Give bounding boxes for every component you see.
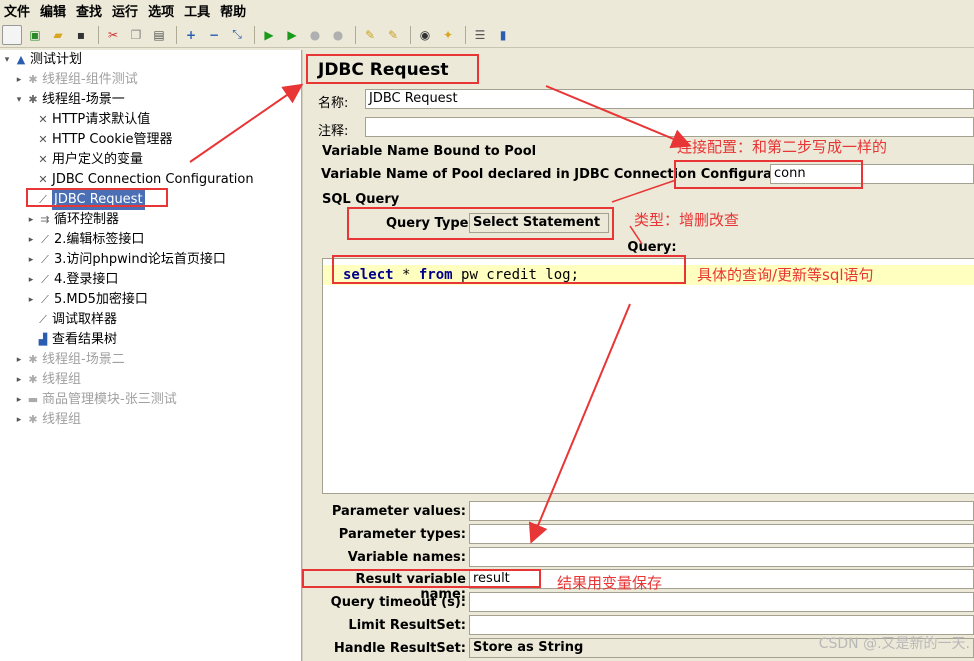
arrow-sql-to-params (528, 303, 631, 544)
arrow-tree-to-title (189, 83, 304, 163)
arrow-connector (629, 225, 643, 245)
annotation-arrows (189, 83, 692, 544)
watermark: CSDN @.又是新的一天. (818, 636, 970, 652)
arrow-title-to-configuration (545, 85, 692, 149)
arrow-connector (611, 179, 677, 203)
jmeter-window: 文件 编辑 查找 运行 选项 工具 帮助 ▣ ▰ ▪ ✂ ❐ ▤ + − ⤡ ▶… (0, 0, 974, 661)
